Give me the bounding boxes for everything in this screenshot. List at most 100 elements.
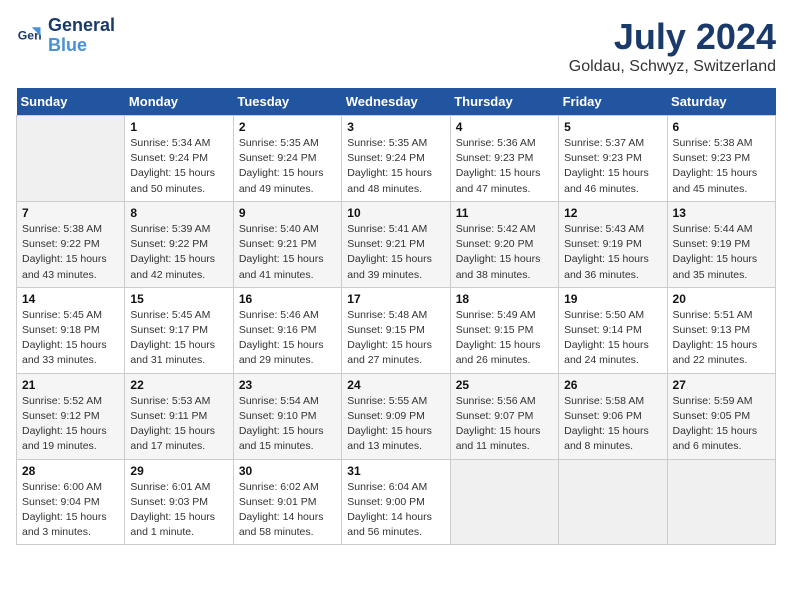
calendar-cell: 9 Sunrise: 5:40 AMSunset: 9:21 PMDaylight…	[233, 201, 341, 287]
calendar-cell: 24 Sunrise: 5:55 AMSunset: 9:09 PMDayligh…	[342, 373, 450, 459]
day-number: 1	[130, 120, 227, 134]
title-block: July 2024 Goldau, Schwyz, Switzerland	[569, 16, 776, 76]
calendar-week-row: 1 Sunrise: 5:34 AMSunset: 9:24 PMDaylight…	[17, 116, 776, 202]
day-number: 12	[564, 206, 661, 220]
cell-info: Sunrise: 5:40 AMSunset: 9:21 PMDaylight:…	[239, 222, 336, 283]
calendar-cell: 5 Sunrise: 5:37 AMSunset: 9:23 PMDaylight…	[559, 116, 667, 202]
calendar-cell: 14 Sunrise: 5:45 AMSunset: 9:18 PMDayligh…	[17, 287, 125, 373]
cell-info: Sunrise: 5:51 AMSunset: 9:13 PMDaylight:…	[673, 308, 770, 369]
column-header-thursday: Thursday	[450, 88, 558, 116]
day-number: 26	[564, 378, 661, 392]
day-number: 15	[130, 292, 227, 306]
calendar-cell: 30 Sunrise: 6:02 AMSunset: 9:01 PMDayligh…	[233, 459, 341, 545]
calendar-cell	[559, 459, 667, 545]
cell-info: Sunrise: 5:42 AMSunset: 9:20 PMDaylight:…	[456, 222, 553, 283]
calendar-week-row: 21 Sunrise: 5:52 AMSunset: 9:12 PMDayligh…	[17, 373, 776, 459]
calendar-cell: 23Sunrise: 5:54 AMSunset: 9:10 PMDayligh…	[233, 373, 341, 459]
cell-info: Sunrise: 5:46 AMSunset: 9:16 PMDaylight:…	[239, 308, 336, 369]
calendar-header-row: SundayMondayTuesdayWednesdayThursdayFrid…	[17, 88, 776, 116]
calendar-cell: 21 Sunrise: 5:52 AMSunset: 9:12 PMDayligh…	[17, 373, 125, 459]
day-number: 3	[347, 120, 444, 134]
cell-info: Sunrise: 6:02 AMSunset: 9:01 PMDaylight:…	[239, 480, 336, 541]
day-number: 6	[673, 120, 770, 134]
cell-info: Sunrise: 5:48 AMSunset: 9:15 PMDaylight:…	[347, 308, 444, 369]
calendar-cell: 4 Sunrise: 5:36 AMSunset: 9:23 PMDaylight…	[450, 116, 558, 202]
cell-info: Sunrise: 5:45 AMSunset: 9:17 PMDaylight:…	[130, 308, 227, 369]
cell-info: Sunrise: 6:04 AMSunset: 9:00 PMDaylight:…	[347, 480, 444, 541]
calendar-table: SundayMondayTuesdayWednesdayThursdayFrid…	[16, 88, 776, 545]
calendar-cell: 3 Sunrise: 5:35 AMSunset: 9:24 PMDaylight…	[342, 116, 450, 202]
cell-info: Sunrise: 5:43 AMSunset: 9:19 PMDaylight:…	[564, 222, 661, 283]
day-number: 9	[239, 206, 336, 220]
column-header-friday: Friday	[559, 88, 667, 116]
calendar-cell: 18Sunrise: 5:49 AMSunset: 9:15 PMDayligh…	[450, 287, 558, 373]
day-number: 5	[564, 120, 661, 134]
day-number: 30	[239, 464, 336, 478]
calendar-week-row: 7Sunrise: 5:38 AMSunset: 9:22 PMDaylight…	[17, 201, 776, 287]
day-number: 14	[22, 292, 119, 306]
cell-info: Sunrise: 5:58 AMSunset: 9:06 PMDaylight:…	[564, 394, 661, 455]
day-number: 4	[456, 120, 553, 134]
day-number: 22	[130, 378, 227, 392]
calendar-cell: 25Sunrise: 5:56 AMSunset: 9:07 PMDayligh…	[450, 373, 558, 459]
day-number: 21	[22, 378, 119, 392]
month-title: July 2024	[569, 16, 776, 58]
day-number: 11	[456, 206, 553, 220]
day-number: 2	[239, 120, 336, 134]
cell-info: Sunrise: 5:36 AMSunset: 9:23 PMDaylight:…	[456, 136, 553, 197]
cell-info: Sunrise: 5:59 AMSunset: 9:05 PMDaylight:…	[673, 394, 770, 455]
calendar-cell: 12 Sunrise: 5:43 AMSunset: 9:19 PMDayligh…	[559, 201, 667, 287]
page-header: Gen General Blue July 2024 Goldau, Schwy…	[16, 16, 776, 76]
calendar-cell: 17 Sunrise: 5:48 AMSunset: 9:15 PMDayligh…	[342, 287, 450, 373]
day-number: 7	[22, 206, 119, 220]
cell-info: Sunrise: 5:52 AMSunset: 9:12 PMDaylight:…	[22, 394, 119, 455]
day-number: 27	[673, 378, 770, 392]
cell-info: Sunrise: 5:39 AMSunset: 9:22 PMDaylight:…	[130, 222, 227, 283]
calendar-cell	[667, 459, 775, 545]
cell-info: Sunrise: 5:41 AMSunset: 9:21 PMDaylight:…	[347, 222, 444, 283]
cell-info: Sunrise: 5:55 AMSunset: 9:09 PMDaylight:…	[347, 394, 444, 455]
calendar-cell: 20Sunrise: 5:51 AMSunset: 9:13 PMDayligh…	[667, 287, 775, 373]
calendar-week-row: 14 Sunrise: 5:45 AMSunset: 9:18 PMDayligh…	[17, 287, 776, 373]
cell-info: Sunrise: 5:45 AMSunset: 9:18 PMDaylight:…	[22, 308, 119, 369]
cell-info: Sunrise: 5:35 AMSunset: 9:24 PMDaylight:…	[239, 136, 336, 197]
column-header-monday: Monday	[125, 88, 233, 116]
column-header-sunday: Sunday	[17, 88, 125, 116]
cell-info: Sunrise: 5:35 AMSunset: 9:24 PMDaylight:…	[347, 136, 444, 197]
day-number: 16	[239, 292, 336, 306]
day-number: 24	[347, 378, 444, 392]
day-number: 31	[347, 464, 444, 478]
calendar-cell: 29Sunrise: 6:01 AMSunset: 9:03 PMDayligh…	[125, 459, 233, 545]
calendar-cell: 15 Sunrise: 5:45 AMSunset: 9:17 PMDayligh…	[125, 287, 233, 373]
day-number: 28	[22, 464, 119, 478]
cell-info: Sunrise: 5:37 AMSunset: 9:23 PMDaylight:…	[564, 136, 661, 197]
day-number: 8	[130, 206, 227, 220]
cell-info: Sunrise: 6:00 AMSunset: 9:04 PMDaylight:…	[22, 480, 119, 541]
day-number: 29	[130, 464, 227, 478]
column-header-wednesday: Wednesday	[342, 88, 450, 116]
calendar-cell: 10 Sunrise: 5:41 AMSunset: 9:21 PMDayligh…	[342, 201, 450, 287]
logo-text-line1: General	[48, 16, 115, 36]
day-number: 10	[347, 206, 444, 220]
calendar-cell: 6Sunrise: 5:38 AMSunset: 9:23 PMDaylight…	[667, 116, 775, 202]
cell-info: Sunrise: 5:44 AMSunset: 9:19 PMDaylight:…	[673, 222, 770, 283]
logo-text-line2: Blue	[48, 36, 115, 56]
logo: Gen General Blue	[16, 16, 115, 56]
day-number: 19	[564, 292, 661, 306]
calendar-cell: 31 Sunrise: 6:04 AMSunset: 9:00 PMDayligh…	[342, 459, 450, 545]
cell-info: Sunrise: 5:34 AMSunset: 9:24 PMDaylight:…	[130, 136, 227, 197]
calendar-cell: 1 Sunrise: 5:34 AMSunset: 9:24 PMDaylight…	[125, 116, 233, 202]
calendar-cell: 27 Sunrise: 5:59 AMSunset: 9:05 PMDayligh…	[667, 373, 775, 459]
calendar-cell: 19Sunrise: 5:50 AMSunset: 9:14 PMDayligh…	[559, 287, 667, 373]
calendar-cell: 22Sunrise: 5:53 AMSunset: 9:11 PMDayligh…	[125, 373, 233, 459]
calendar-cell: 11 Sunrise: 5:42 AMSunset: 9:20 PMDayligh…	[450, 201, 558, 287]
day-number: 13	[673, 206, 770, 220]
calendar-cell	[450, 459, 558, 545]
column-header-tuesday: Tuesday	[233, 88, 341, 116]
day-number: 25	[456, 378, 553, 392]
calendar-cell	[17, 116, 125, 202]
cell-info: Sunrise: 5:49 AMSunset: 9:15 PMDaylight:…	[456, 308, 553, 369]
calendar-cell: 7Sunrise: 5:38 AMSunset: 9:22 PMDaylight…	[17, 201, 125, 287]
day-number: 23	[239, 378, 336, 392]
day-number: 17	[347, 292, 444, 306]
